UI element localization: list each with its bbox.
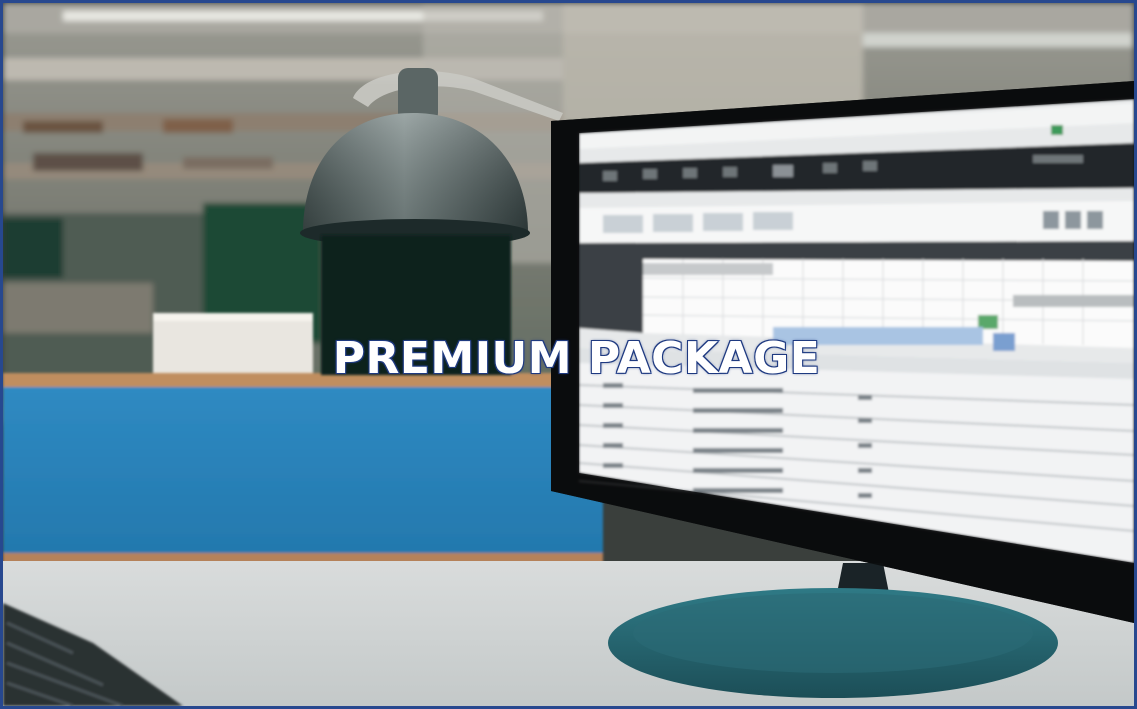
blue-cabinet <box>3 373 603 565</box>
photo-frame: PREMIUM PACKAGE <box>0 0 1137 709</box>
headline-title: PREMIUM PACKAGE <box>332 332 821 385</box>
